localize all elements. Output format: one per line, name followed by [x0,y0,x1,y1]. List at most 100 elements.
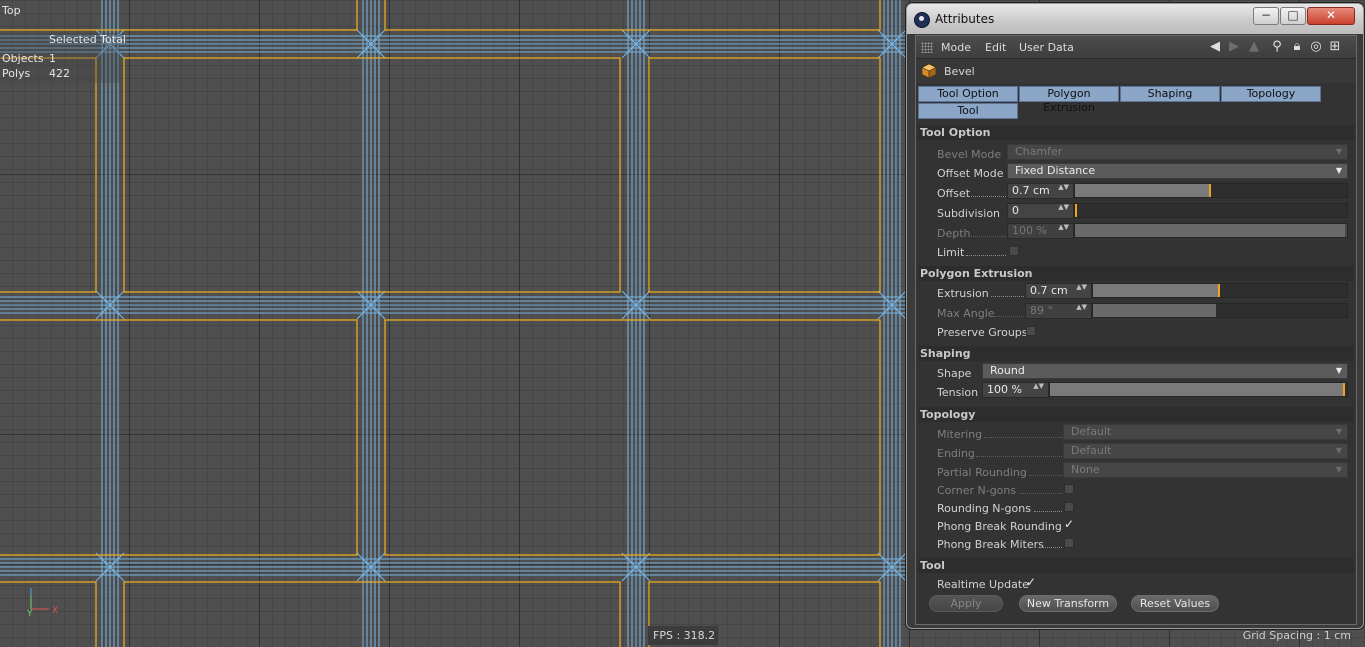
stats-objects-label: Objects [2,52,44,65]
view-name: Top [2,4,21,17]
section-topology[interactable]: Topology [918,407,1354,422]
offset-value: 0.7 cm [1012,184,1050,197]
reset-values-button[interactable]: Reset Values [1131,595,1219,612]
menu-mode[interactable]: Mode [941,41,971,54]
bevel-mode-dropdown[interactable]: Chamfer ▼ [1007,144,1348,160]
offset-slider-handle[interactable] [1209,184,1211,197]
up-arrow-icon[interactable]: ▲ [1247,39,1261,54]
polygon-face[interactable] [0,57,97,293]
rounding-ngons-checkbox[interactable] [1064,502,1074,512]
partial-rounding-dropdown[interactable]: None ▼ [1063,462,1348,478]
polygon-face[interactable] [123,581,621,647]
polygon-face[interactable] [0,0,358,31]
section-polygon-extrusion[interactable]: Polygon Extrusion [918,266,1354,281]
section-tool-option[interactable]: Tool Option [918,125,1354,140]
ending-value: Default [1071,444,1112,457]
menu-edit[interactable]: Edit [985,41,1006,54]
max-angle-slider[interactable] [1092,303,1348,318]
attributes-panel: Mode Edit User Data ◀ ▶ ▲ ⚲ 🔒︎ ◎ ⊞ Bevel… [915,35,1357,625]
bevel-mode-label: Bevel Mode [937,148,1002,161]
extrusion-label: Extrusion [937,287,989,300]
chevron-down-icon: ▼ [1335,446,1342,455]
mitering-label: Mitering [937,428,983,441]
tension-field[interactable]: 100 % ▲▼ [982,382,1049,398]
phong-break-rounding-checkbox[interactable]: ✓ [1064,518,1074,530]
spinner-icon[interactable]: ▲▼ [1076,304,1087,311]
spinner-icon[interactable]: ▲▼ [1058,224,1069,231]
new-panel-icon[interactable]: ⊞ [1328,39,1342,54]
offset-field[interactable]: 0.7 cm ▲▼ [1007,183,1074,199]
shape-dropdown[interactable]: Round ▼ [982,363,1348,379]
target-icon[interactable]: ◎ [1309,39,1323,54]
phong-break-miters-label: Phong Break Miters [937,538,1044,551]
offset-leader [971,187,1006,197]
back-arrow-icon[interactable]: ◀ [1208,39,1222,54]
tension-slider[interactable] [1049,382,1348,397]
limit-checkbox[interactable] [1009,246,1019,256]
polygon-face[interactable] [0,319,358,556]
axis-x-label: X [52,606,58,616]
attributes-window[interactable]: Attributes − □ ✕ Mode Edit User Data ◀ ▶… [906,3,1364,629]
subdivision-value: 0 [1012,204,1019,217]
offset-slider[interactable] [1074,183,1348,198]
ending-label: Ending [937,447,975,460]
extrusion-slider[interactable] [1092,283,1348,298]
menu-user-data[interactable]: User Data [1019,41,1074,54]
extrusion-slider-handle[interactable] [1218,284,1220,297]
depth-value: 100 % [1012,224,1047,237]
mitering-dropdown[interactable]: Default ▼ [1063,424,1348,440]
depth-slider-fill [1075,224,1345,237]
corner-ngons-checkbox[interactable] [1064,484,1074,494]
window-titlebar[interactable]: Attributes − □ ✕ [907,4,1363,34]
subdivision-field[interactable]: 0 ▲▼ [1007,203,1074,219]
grid-spacing-readout: Grid Spacing : 1 cm [1242,629,1351,642]
apply-button[interactable]: Apply [929,595,1003,612]
new-transform-button[interactable]: New Transform [1019,595,1117,612]
max-angle-slider-fill [1093,304,1216,317]
rounding-ngons-leader [1034,502,1062,512]
mitering-value: Default [1071,425,1112,438]
search-icon[interactable]: ⚲ [1270,39,1284,54]
shape-label: Shape [937,367,972,380]
shape-value: Round [990,364,1025,377]
stats-polys-label: Polys [2,67,31,80]
minimize-button[interactable]: − [1253,7,1279,25]
extrusion-field[interactable]: 0.7 cm ▲▼ [1025,283,1092,299]
subdivision-slider[interactable] [1074,203,1348,218]
depth-slider[interactable] [1074,223,1348,238]
realtime-update-checkbox[interactable]: ✓ [1026,576,1036,588]
maximize-button[interactable]: □ [1280,7,1306,25]
preserve-groups-checkbox[interactable] [1026,326,1036,336]
polygon-face[interactable] [648,57,881,293]
tab-shaping[interactable]: Shaping [1120,86,1220,102]
offset-slider-fill [1075,184,1210,197]
extrusion-value: 0.7 cm [1030,284,1068,297]
object-header: Bevel [916,59,1356,83]
spinner-icon[interactable]: ▲▼ [1058,204,1069,211]
tab-tool[interactable]: Tool [918,103,1018,119]
chevron-down-icon: ▼ [1335,147,1342,156]
close-button[interactable]: ✕ [1307,7,1355,25]
offset-mode-dropdown[interactable]: Fixed Distance ▼ [1007,163,1348,179]
depth-field[interactable]: 100 % ▲▼ [1007,223,1074,239]
polygon-face[interactable] [123,57,621,293]
chevron-down-icon: ▼ [1335,366,1342,375]
section-tool[interactable]: Tool [918,558,1354,573]
tab-topology[interactable]: Topology [1221,86,1321,102]
window-title: Attributes [935,12,995,26]
tension-slider-handle[interactable] [1343,383,1345,396]
lock-icon[interactable]: 🔒︎ [1290,39,1304,54]
tab-polygon-extrusion[interactable]: Polygon Extrusion [1019,86,1119,114]
tab-tool-option[interactable]: Tool Option [918,86,1018,102]
max-angle-field[interactable]: 89 ° ▲▼ [1025,303,1092,319]
subdivision-slider-handle[interactable] [1075,204,1077,217]
phong-break-miters-checkbox[interactable] [1064,538,1074,548]
ending-dropdown[interactable]: Default ▼ [1063,443,1348,459]
section-shaping[interactable]: Shaping [918,346,1354,361]
spinner-icon[interactable]: ▲▼ [1033,383,1044,390]
panel-grip-icon[interactable] [921,42,933,53]
partial-rounding-value: None [1071,463,1100,476]
spinner-icon[interactable]: ▲▼ [1058,184,1069,191]
forward-arrow-icon[interactable]: ▶ [1227,39,1241,54]
spinner-icon[interactable]: ▲▼ [1076,284,1087,291]
